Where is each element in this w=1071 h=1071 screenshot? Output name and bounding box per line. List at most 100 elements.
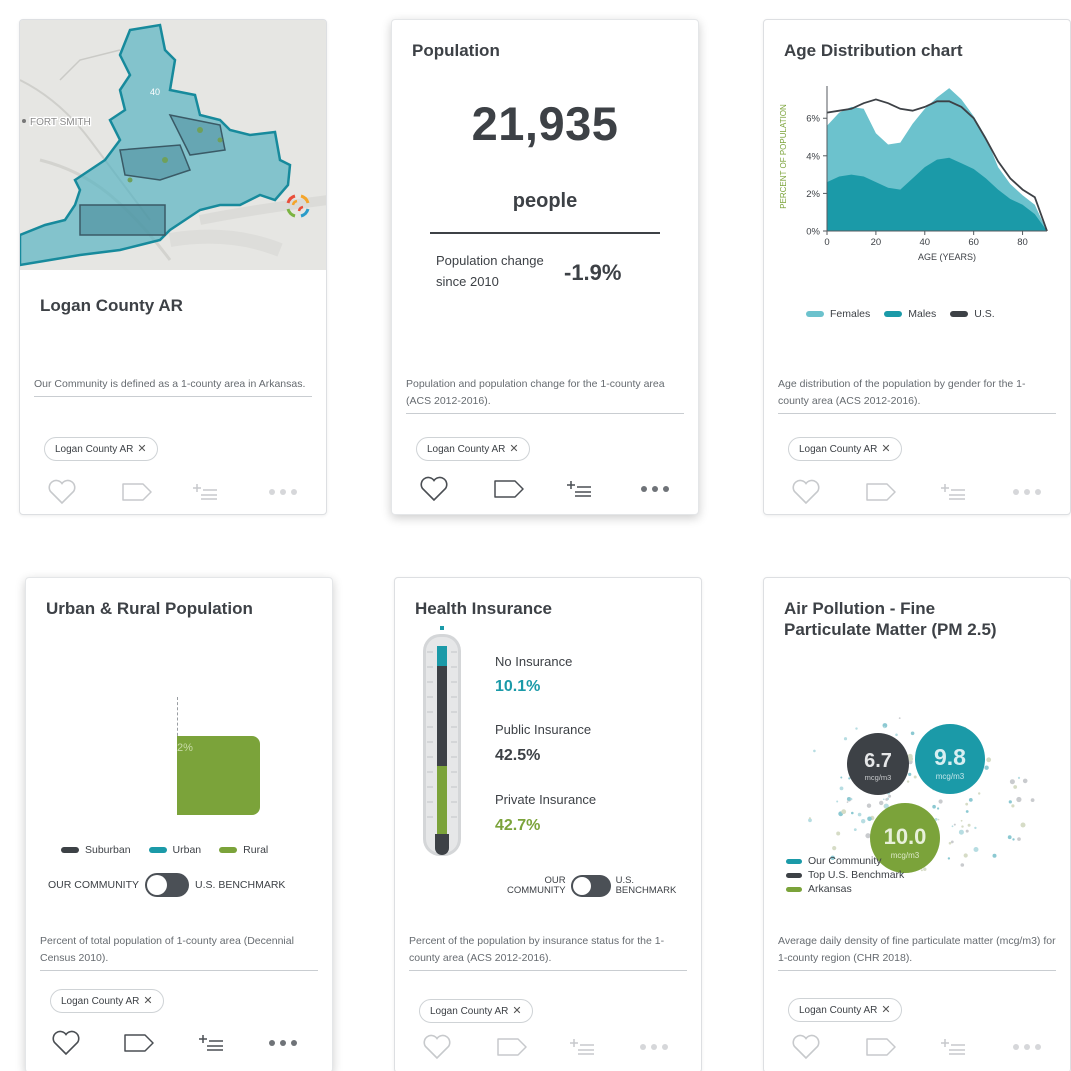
scatter-dot [973,847,979,852]
legend-swatch-rural [219,847,238,853]
tag-button[interactable] [120,477,154,507]
benchmark-toggle[interactable] [145,873,189,897]
toggle-knob [572,877,591,895]
scatter-dot [958,829,964,835]
close-icon[interactable]: ✕ [881,443,890,455]
legend-item-urban: Urban [148,844,201,856]
county-map[interactable]: FORT SMITH FORT SMITH 40 [20,20,326,270]
close-icon[interactable]: ✕ [143,995,152,1007]
benchmark-toggle[interactable] [570,875,611,897]
add-to-list-button[interactable] [567,1032,597,1062]
urban-rural-card[interactable]: Urban & Rural Population 2% Suburban Urb… [25,577,333,1071]
scatter-dot [1020,822,1026,828]
rural-bar[interactable]: 2% [177,736,260,815]
y-axis-label: PERCENT OF POPULATION [779,104,788,209]
scatter-dot [910,731,915,736]
scatter-dot [861,819,866,824]
legend-swatch-males [884,311,903,317]
tag-button[interactable] [495,1032,529,1062]
scatter-dot [974,826,977,830]
more-dots-icon [269,489,297,495]
geography-chip[interactable]: Logan County AR ✕ [419,999,533,1023]
legend-item-benchmark: Top U.S. Benchmark [786,868,904,882]
scatter-dot [888,794,892,798]
scatter-dot [950,840,954,844]
favorite-button[interactable] [790,477,822,507]
insurance-thermometer [423,626,461,856]
scatter-dot [965,802,969,806]
geography-chip[interactable]: Logan County AR ✕ [44,437,158,461]
map-highway-label: 40 [150,87,160,97]
scatter-dot [843,737,848,741]
geography-chip[interactable]: Logan County AR ✕ [788,998,902,1022]
add-to-list-button[interactable] [196,1028,226,1058]
scatter-dot [855,727,858,730]
tag-button[interactable] [122,1028,156,1058]
scatter-dot [1009,779,1015,785]
add-to-list-button[interactable] [564,474,594,504]
scatter-dot [1012,838,1015,841]
favorite-button[interactable] [418,474,450,504]
scatter-dot [932,804,936,809]
legend-swatch-benchmark [786,872,802,878]
geography-chip[interactable]: Logan County AR ✕ [416,437,530,461]
scatter-dot [963,853,968,858]
bubble-benchmark-value: 6.7 [864,750,892,772]
add-to-list-button[interactable] [938,477,968,507]
more-options-button[interactable] [637,1032,671,1062]
scatter-dot [978,792,981,795]
card-actions [764,477,1070,507]
scatter-dot [948,841,952,845]
toggle-right-label: U.S. BENCHMARK [195,879,286,891]
legend-swatch-females [806,311,824,317]
scatter-dot [992,853,997,858]
age-distribution-card[interactable]: Age Distribution chart 0% 2% 4% 6% 0 20 40 60 80… [763,19,1071,515]
population-card[interactable]: Population 21,935 people Population chan… [391,19,699,515]
public-insurance-value: 42.5% [495,747,541,764]
x-tick-label: 0 [824,237,829,248]
heart-icon [792,479,820,505]
favorite-button[interactable] [421,1032,453,1062]
scatter-dot [960,819,963,822]
more-options-button[interactable] [1010,1032,1044,1062]
close-icon[interactable]: ✕ [512,1005,521,1017]
health-insurance-card[interactable]: Health Insurance No Insurance 10.1% Publ… [394,577,702,1071]
close-icon[interactable]: ✕ [509,443,518,455]
legend-label-males: Males [908,308,937,320]
more-options-button[interactable] [1010,477,1044,507]
scatter-dot [885,798,889,801]
favorite-button[interactable] [790,1032,822,1062]
legend-label-suburban: Suburban [85,844,131,856]
map-card[interactable]: FORT SMITH FORT SMITH 40 Logan County AR… [19,19,327,515]
scatter-dot [1016,796,1022,803]
close-icon[interactable]: ✕ [881,1004,890,1016]
chip-label: Logan County AR [799,1005,878,1016]
air-pollution-card[interactable]: Air Pollution - Fine Particulate Matter … [763,577,1071,1071]
add-to-list-button[interactable] [938,1032,968,1062]
close-icon[interactable]: ✕ [137,443,146,455]
more-options-button[interactable] [638,474,672,504]
favorite-button[interactable] [46,477,78,507]
legend-label-us: U.S. [974,308,995,320]
tag-button[interactable] [864,1032,898,1062]
county-map-graphic: FORT SMITH FORT SMITH 40 [20,20,326,270]
legend-label-rural: Rural [243,844,269,856]
geography-chip[interactable]: Logan County AR ✕ [50,989,164,1013]
more-options-button[interactable] [266,1028,300,1058]
tag-icon [497,1038,527,1056]
add-list-icon [193,484,217,500]
card-actions [395,1032,701,1062]
favorite-button[interactable] [50,1028,82,1058]
legend-label-benchmark: Top U.S. Benchmark [808,869,905,881]
tag-button[interactable] [864,477,898,507]
more-options-button[interactable] [266,477,300,507]
population-change-value: -1.9% [564,260,622,285]
scatter-dot [923,867,927,871]
tag-button[interactable] [492,474,526,504]
scatter-dot [913,775,917,779]
add-to-list-button[interactable] [190,477,220,507]
geography-chip[interactable]: Logan County AR ✕ [788,437,902,461]
card-title: Air Pollution - Fine Particulate Matter … [784,598,1054,640]
scatter-dot [920,869,923,872]
scatter-dot [984,765,989,770]
